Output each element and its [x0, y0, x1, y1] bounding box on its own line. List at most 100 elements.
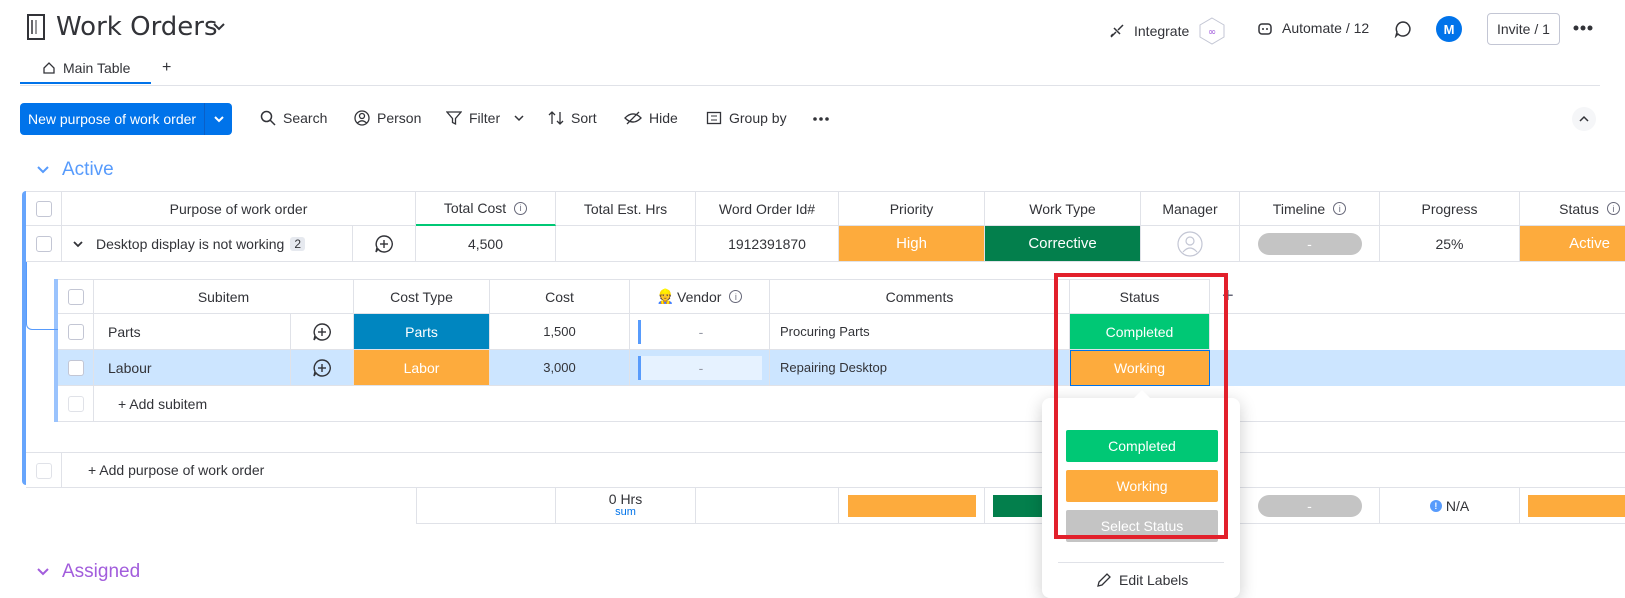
chat-icon[interactable]	[1394, 20, 1412, 38]
svg-text:∞: ∞	[1208, 27, 1216, 38]
new-item-button[interactable]: New purpose of work order	[20, 103, 233, 135]
col-order-id[interactable]: Word Order Id#	[696, 191, 839, 226]
comments-cell[interactable]: Repairing Desktop	[770, 350, 1070, 386]
col-work-type[interactable]: Work Type	[985, 191, 1141, 226]
tabs-divider	[20, 85, 1600, 86]
invite-button[interactable]: Invite / 1	[1487, 13, 1560, 45]
col-status[interactable]: Status i	[1520, 191, 1625, 226]
priority-cell[interactable]: High	[839, 226, 985, 262]
integrate-button[interactable]: Integrate ∞	[1108, 16, 1227, 46]
select-all-checkbox[interactable]	[26, 191, 62, 226]
more-icon[interactable]	[1572, 24, 1594, 32]
col-timeline[interactable]: Timeline i	[1240, 191, 1380, 226]
tab-main-table[interactable]: Main Table	[42, 60, 130, 76]
subitem-name[interactable]: Labour	[94, 350, 290, 386]
sort-icon	[548, 111, 564, 125]
item-name: Desktop display is not working	[96, 235, 285, 252]
add-tab-button[interactable]: +	[162, 59, 171, 77]
subitem-checkbox[interactable]	[58, 314, 94, 350]
automate-label: Automate / 12	[1282, 20, 1370, 36]
timeline-pill: -	[1257, 232, 1362, 255]
add-update-icon[interactable]	[352, 226, 416, 262]
summary-priority	[839, 488, 985, 524]
highlight-box	[1054, 273, 1228, 539]
vendor-cell[interactable]: -	[630, 350, 770, 386]
vendor-value: -	[637, 355, 762, 380]
tab-label: Main Table	[63, 60, 131, 76]
col-total-est-hrs[interactable]: Total Est. Hrs	[556, 191, 696, 226]
hide-label: Hide	[649, 110, 678, 126]
info-icon[interactable]: i	[1333, 202, 1347, 215]
new-item-dropdown[interactable]	[204, 103, 232, 135]
chevron-down-icon	[213, 116, 224, 123]
board-icon	[26, 14, 46, 40]
cost-type-cell[interactable]: Parts	[354, 314, 490, 350]
col-vendor[interactable]: 👷 Vendor i	[630, 279, 770, 314]
robot-icon	[1258, 23, 1272, 35]
col-cost[interactable]: Cost	[490, 279, 630, 314]
manager-cell[interactable]	[1141, 226, 1240, 262]
col-vendor-label: Vendor	[677, 288, 722, 305]
cost-cell[interactable]: 1,500	[490, 314, 630, 350]
vendor-icon: 👷	[656, 288, 675, 304]
status-cell[interactable]: Active	[1520, 226, 1625, 262]
cost-type-cell[interactable]: Labor	[354, 350, 490, 386]
search-button[interactable]: Search	[260, 110, 327, 126]
hide-button[interactable]: Hide	[624, 110, 678, 126]
col-manager[interactable]: Manager	[1141, 191, 1240, 226]
total-cost-cell: 4,500	[416, 226, 556, 262]
table-row[interactable]: Desktop display is not working 2 4,500 1…	[26, 226, 1625, 262]
vendor-cell[interactable]: -	[630, 314, 770, 350]
person-icon	[354, 110, 370, 126]
row-checkbox[interactable]	[26, 226, 62, 262]
filter-button[interactable]: Filter	[446, 110, 525, 126]
group-by-button[interactable]: Group by	[706, 110, 787, 126]
subitem-checkbox[interactable]	[58, 350, 94, 386]
total-est-hrs-cell[interactable]	[556, 226, 696, 262]
more-options-icon[interactable]	[812, 116, 830, 122]
sort-button[interactable]: Sort	[548, 110, 597, 126]
add-subitem-button[interactable]: + Add subitem	[94, 386, 1625, 422]
comments-cell[interactable]: Procuring Parts	[770, 314, 1070, 350]
info-icon[interactable]: i	[514, 201, 528, 215]
order-id-cell[interactable]: 1912391870	[696, 226, 839, 262]
subitem-count-badge[interactable]: 2	[290, 236, 305, 251]
col-priority[interactable]: Priority	[839, 191, 985, 226]
automate-button[interactable]: Automate / 12	[1256, 19, 1369, 37]
summary-est-hrs-value: 0 Hrs	[608, 491, 643, 508]
group-collapse-icon[interactable]	[36, 165, 50, 175]
group-title-active[interactable]: Active	[62, 159, 114, 181]
add-update-icon[interactable]	[290, 350, 354, 386]
chevron-down-icon[interactable]	[72, 240, 84, 248]
col-total-cost[interactable]: Total Cost i	[416, 191, 556, 226]
col-purpose[interactable]: Purpose of work order	[62, 191, 416, 226]
info-icon[interactable]: i	[729, 290, 743, 303]
item-name-cell[interactable]: Desktop display is not working 2	[62, 226, 352, 262]
collapse-toolbar-icon[interactable]	[1572, 107, 1596, 131]
col-subitem[interactable]: Subitem	[94, 279, 354, 314]
subitem-name[interactable]: Parts	[94, 314, 290, 350]
cost-cell[interactable]: 3,000	[490, 350, 630, 386]
work-type-cell[interactable]: Corrective	[985, 226, 1141, 262]
summary-est-hrs-fn[interactable]: sum	[615, 507, 636, 519]
group-collapse-icon[interactable]	[36, 567, 50, 577]
person-filter-button[interactable]: Person	[354, 110, 421, 126]
col-progress[interactable]: Progress	[1380, 191, 1520, 226]
timeline-cell[interactable]: -	[1240, 226, 1380, 262]
group-title-assigned[interactable]: Assigned	[62, 561, 140, 583]
group-by-icon	[706, 111, 722, 125]
col-total-cost-label: Total Cost	[443, 200, 507, 216]
info-icon[interactable]: i	[1606, 202, 1620, 215]
board-title[interactable]: Work Orders	[56, 12, 218, 42]
avatar[interactable]: M	[1436, 16, 1462, 42]
col-cost-type[interactable]: Cost Type	[354, 279, 490, 314]
col-comments[interactable]: Comments	[770, 279, 1070, 314]
add-update-icon[interactable]	[290, 314, 354, 350]
add-item-row[interactable]: + Add purpose of work order	[26, 452, 1625, 488]
subitem-select-all[interactable]	[58, 279, 94, 314]
summary-timeline-pill: -	[1257, 494, 1362, 517]
add-item-button[interactable]: + Add purpose of work order	[88, 462, 264, 478]
chevron-down-icon[interactable]	[513, 114, 525, 122]
summary-row: 0 Hrs sum - ! N/A	[416, 488, 1625, 524]
chevron-down-icon[interactable]	[212, 22, 226, 32]
